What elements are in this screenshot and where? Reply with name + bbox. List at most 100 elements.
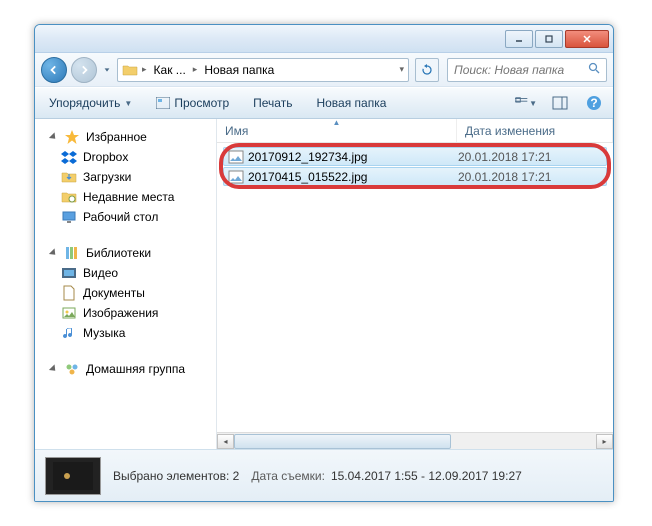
sidebar-item-desktop[interactable]: Рабочий стол	[35, 207, 216, 227]
print-button[interactable]: Печать	[247, 93, 298, 113]
navigation-pane: Избранное Dropbox Загрузки Недавние мест…	[35, 119, 217, 449]
sidebar-item-label: Недавние места	[83, 190, 174, 204]
sidebar-item-label: Видео	[83, 266, 118, 280]
scroll-track[interactable]	[234, 434, 596, 449]
star-icon	[64, 129, 80, 145]
help-button[interactable]: ?	[583, 93, 605, 113]
close-button[interactable]	[565, 30, 609, 48]
homegroup-icon	[64, 361, 80, 377]
column-date[interactable]: Дата изменения	[457, 119, 613, 142]
homegroup-label: Домашняя группа	[86, 362, 185, 376]
organize-button[interactable]: Упорядочить ▼	[43, 93, 138, 113]
sidebar-section-favorites[interactable]: Избранное	[35, 127, 216, 147]
organize-label: Упорядочить	[49, 96, 120, 110]
scroll-left-button[interactable]: ◂	[217, 434, 234, 449]
column-header: ▲ Имя Дата изменения	[217, 119, 613, 143]
newfolder-button[interactable]: Новая папка	[310, 93, 392, 113]
navbar: ▸ Как ... ▸ Новая папка ▾	[35, 53, 613, 87]
file-pane: ▲ Имя Дата изменения 20170912_192734.jpg …	[217, 119, 613, 449]
expand-icon	[49, 365, 58, 374]
sidebar-item-label: Музыка	[83, 326, 125, 340]
history-dropdown[interactable]	[101, 60, 113, 80]
chevron-right-icon: ▸	[193, 64, 198, 75]
sidebar-item-dropbox[interactable]: Dropbox	[35, 147, 216, 167]
minimize-button[interactable]	[505, 30, 533, 48]
preview-button[interactable]: Просмотр	[150, 93, 235, 113]
documents-icon	[61, 285, 77, 301]
body: Избранное Dropbox Загрузки Недавние мест…	[35, 119, 613, 449]
back-button[interactable]	[41, 57, 67, 83]
expand-icon	[49, 133, 58, 142]
horizontal-scrollbar[interactable]: ◂ ▸	[217, 432, 613, 449]
video-icon	[61, 265, 77, 281]
thumbnail-preview	[45, 457, 101, 495]
selected-count: Выбрано элементов: 2	[113, 469, 239, 483]
file-date: 20.01.2018 17:21	[458, 150, 606, 164]
breadcrumb-2[interactable]: Новая папка	[201, 63, 277, 77]
file-date: 20.01.2018 17:21	[458, 170, 606, 184]
address-bar[interactable]: ▸ Как ... ▸ Новая папка ▾	[117, 58, 409, 82]
expand-icon	[49, 249, 58, 258]
titlebar	[35, 25, 613, 53]
newfolder-label: Новая папка	[316, 96, 386, 110]
search-box[interactable]	[447, 58, 607, 82]
sidebar-section-homegroup[interactable]: Домашняя группа	[35, 359, 216, 379]
sidebar-item-label: Загрузки	[83, 170, 131, 184]
search-icon	[588, 62, 600, 77]
sidebar-item-label: Dropbox	[83, 150, 128, 164]
chevron-down-icon[interactable]: ▾	[399, 64, 404, 75]
search-input[interactable]	[454, 63, 584, 77]
sidebar-item-label: Документы	[83, 286, 145, 300]
chevron-right-icon: ▸	[142, 64, 147, 75]
column-date-label: Дата изменения	[465, 124, 555, 138]
sidebar-section-libraries[interactable]: Библиотеки	[35, 243, 216, 263]
preview-pane-button[interactable]	[549, 93, 571, 113]
sidebar-item-music[interactable]: Музыка	[35, 323, 216, 343]
image-file-icon	[228, 170, 244, 184]
svg-text:?: ?	[590, 96, 597, 110]
sidebar-item-label: Рабочий стол	[83, 210, 158, 224]
preview-label: Просмотр	[174, 96, 229, 110]
file-row[interactable]: 20170415_015522.jpg 20.01.2018 17:21	[223, 167, 607, 186]
file-row[interactable]: 20170912_192734.jpg 20.01.2018 17:21	[223, 147, 607, 166]
image-file-icon	[228, 150, 244, 164]
pictures-icon	[61, 305, 77, 321]
shot-date-value: 15.04.2017 1:55 - 12.09.2017 19:27	[331, 469, 522, 483]
shot-date-label: Дата съемки:	[251, 469, 325, 483]
forward-button[interactable]	[71, 57, 97, 83]
sidebar-item-downloads[interactable]: Загрузки	[35, 167, 216, 187]
chevron-down-icon: ▼	[529, 99, 537, 108]
explorer-window: ▸ Как ... ▸ Новая папка ▾ Упорядочить ▼ П…	[34, 24, 614, 502]
sidebar-item-pictures[interactable]: Изображения	[35, 303, 216, 323]
chevron-down-icon: ▼	[124, 99, 132, 108]
column-name[interactable]: ▲ Имя	[217, 119, 457, 142]
view-options-button[interactable]: ▼	[515, 93, 537, 113]
breadcrumb-1[interactable]: Как ...	[151, 63, 189, 77]
sidebar-item-recent[interactable]: Недавние места	[35, 187, 216, 207]
sidebar-item-video[interactable]: Видео	[35, 263, 216, 283]
folder-icon	[122, 63, 138, 77]
recent-icon	[61, 189, 77, 205]
desktop-icon	[61, 209, 77, 225]
sidebar-item-documents[interactable]: Документы	[35, 283, 216, 303]
file-name: 20170415_015522.jpg	[248, 170, 458, 184]
sort-arrow-icon: ▲	[333, 119, 341, 127]
preview-icon	[156, 97, 170, 109]
maximize-button[interactable]	[535, 30, 563, 48]
libraries-icon	[64, 245, 80, 261]
favorites-label: Избранное	[86, 130, 147, 144]
music-icon	[61, 325, 77, 341]
print-label: Печать	[253, 96, 292, 110]
column-name-label: Имя	[225, 124, 248, 138]
file-list: 20170912_192734.jpg 20.01.2018 17:21 201…	[217, 143, 613, 432]
libraries-label: Библиотеки	[86, 246, 151, 260]
dropbox-icon	[61, 149, 77, 165]
file-name: 20170912_192734.jpg	[248, 150, 458, 164]
downloads-icon	[61, 169, 77, 185]
sidebar-item-label: Изображения	[83, 306, 158, 320]
scroll-right-button[interactable]: ▸	[596, 434, 613, 449]
details-pane: Выбрано элементов: 2 Дата съемки: 15.04.…	[35, 449, 613, 501]
refresh-button[interactable]	[415, 58, 439, 82]
toolbar: Упорядочить ▼ Просмотр Печать Новая папка…	[35, 87, 613, 119]
scroll-thumb[interactable]	[234, 434, 451, 449]
